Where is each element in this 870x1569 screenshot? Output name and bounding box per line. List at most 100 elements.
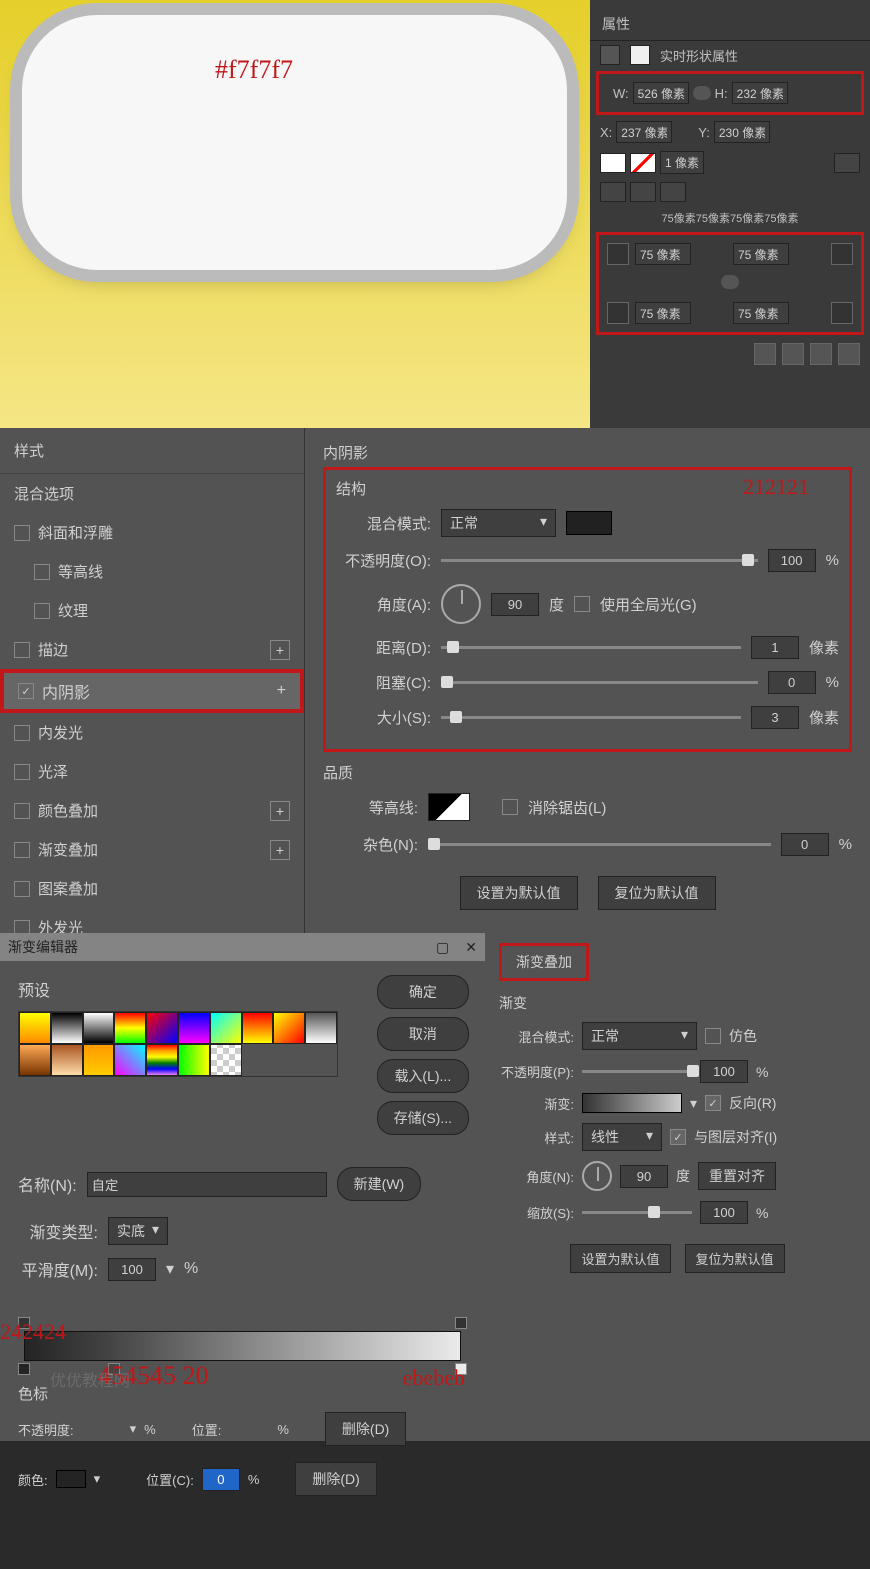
corner-bl-icon[interactable]	[607, 302, 629, 324]
go-scale-slider[interactable]	[582, 1211, 692, 1214]
corner-br-icon[interactable]	[831, 302, 853, 324]
preset-swatch[interactable]	[83, 1012, 115, 1044]
ok-button[interactable]: 确定	[377, 975, 469, 1009]
preset-swatch[interactable]	[83, 1044, 115, 1076]
size-input[interactable]	[751, 706, 799, 729]
link-wh-icon[interactable]	[693, 86, 711, 100]
path-op-2[interactable]	[782, 343, 804, 365]
checkbox[interactable]	[14, 525, 30, 541]
go-angle-dial[interactable]	[582, 1161, 612, 1191]
height-input[interactable]	[732, 82, 788, 104]
add-icon[interactable]: +	[270, 640, 290, 660]
contour-swatch[interactable]	[428, 793, 470, 821]
stroke-width-select[interactable]: 1 像素	[660, 151, 704, 174]
go-reset-default-button[interactable]: 复位为默认值	[685, 1244, 785, 1273]
choke-slider[interactable]	[441, 681, 758, 684]
reset-default-button[interactable]: 复位为默认值	[598, 876, 716, 910]
stroke-style[interactable]	[834, 153, 860, 173]
checkbox-on[interactable]: ✓	[18, 683, 34, 699]
go-opacity-slider[interactable]	[582, 1070, 692, 1073]
properties-tab[interactable]: 属性	[590, 8, 870, 41]
distance-input[interactable]	[751, 636, 799, 659]
choke-input[interactable]	[768, 671, 816, 694]
corner-br-input[interactable]	[733, 302, 789, 324]
gradient-bar[interactable]	[24, 1331, 461, 1361]
go-style-select[interactable]: 线性▾	[582, 1123, 662, 1151]
preset-swatch[interactable]	[51, 1012, 83, 1044]
color-stop[interactable]	[18, 1363, 30, 1375]
go-opacity-input[interactable]	[700, 1060, 748, 1083]
style-contour[interactable]: 等高线	[0, 552, 304, 591]
close-icon[interactable]: ✕	[465, 939, 477, 955]
path-op-1[interactable]	[754, 343, 776, 365]
preset-swatch[interactable]	[305, 1012, 337, 1044]
stroke-swatch[interactable]	[630, 153, 656, 173]
angle-input[interactable]	[491, 593, 539, 616]
style-texture[interactable]: 纹理	[0, 591, 304, 630]
corner-bl-input[interactable]	[635, 302, 691, 324]
gradient-type-select[interactable]: 实底▾	[108, 1217, 168, 1245]
delete-stop-button[interactable]: 删除(D)	[295, 1462, 376, 1496]
style-pattern-overlay[interactable]: 图案叠加	[0, 869, 304, 908]
shadow-color-swatch[interactable]	[566, 511, 612, 535]
add-icon[interactable]: +	[270, 801, 290, 821]
preset-swatch[interactable]	[273, 1012, 305, 1044]
opacity-input[interactable]	[768, 549, 816, 572]
preset-swatch[interactable]	[178, 1044, 210, 1076]
checkbox[interactable]	[14, 725, 30, 741]
style-bevel[interactable]: 斜面和浮雕	[0, 513, 304, 552]
reset-align-button[interactable]: 重置对齐	[698, 1162, 776, 1190]
antialias-checkbox[interactable]	[502, 799, 518, 815]
link-corners-icon[interactable]	[721, 275, 739, 289]
join-type[interactable]	[660, 182, 686, 202]
checkbox[interactable]	[14, 642, 30, 658]
style-color-overlay[interactable]: 颜色叠加+	[0, 791, 304, 830]
angle-dial[interactable]	[441, 584, 481, 624]
cancel-button[interactable]: 取消	[377, 1017, 469, 1051]
preset-swatch[interactable]	[19, 1044, 51, 1076]
align-checkbox[interactable]: ✓	[670, 1129, 686, 1145]
location-input[interactable]	[202, 1468, 240, 1491]
preset-swatch[interactable]	[178, 1012, 210, 1044]
blending-options[interactable]: 混合选项	[0, 474, 304, 513]
delete-stop-button[interactable]: 删除(D)	[325, 1412, 406, 1446]
go-angle-input[interactable]	[620, 1165, 668, 1188]
checkbox[interactable]	[14, 842, 30, 858]
global-light-checkbox[interactable]	[574, 596, 590, 612]
corner-tl-icon[interactable]	[607, 243, 629, 265]
add-icon[interactable]: +	[277, 682, 286, 700]
checkbox[interactable]	[14, 803, 30, 819]
style-satin[interactable]: 光泽	[0, 752, 304, 791]
path-op-4[interactable]	[838, 343, 860, 365]
path-op-3[interactable]	[810, 343, 832, 365]
preset-swatch[interactable]	[114, 1012, 146, 1044]
go-gradient-swatch[interactable]	[582, 1093, 682, 1113]
width-input[interactable]	[633, 82, 689, 104]
preset-swatch[interactable]	[146, 1044, 178, 1076]
noise-slider[interactable]	[428, 843, 771, 846]
checkbox[interactable]	[34, 603, 50, 619]
reverse-checkbox[interactable]: ✓	[705, 1095, 721, 1111]
style-gradient-overlay[interactable]: 渐变叠加+	[0, 830, 304, 869]
opacity-slider[interactable]	[441, 559, 758, 562]
new-button[interactable]: 新建(W)	[337, 1167, 422, 1201]
preset-swatch[interactable]	[210, 1012, 242, 1044]
checkbox[interactable]	[14, 764, 30, 780]
corner-tl-input[interactable]	[635, 243, 691, 265]
cap-type[interactable]	[630, 182, 656, 202]
preset-swatch[interactable]	[51, 1044, 83, 1076]
preset-swatch[interactable]	[210, 1044, 242, 1076]
corner-tr-icon[interactable]	[831, 243, 853, 265]
style-inner-glow[interactable]: 内发光	[0, 713, 304, 752]
minimize-icon[interactable]: ▢	[436, 939, 449, 955]
x-input[interactable]	[616, 121, 672, 143]
style-inner-shadow-highlight[interactable]: ✓内阴影+	[0, 669, 304, 713]
preset-swatch[interactable]	[146, 1012, 178, 1044]
align-stroke[interactable]	[600, 182, 626, 202]
opacity-stop[interactable]	[455, 1317, 467, 1329]
go-blend-select[interactable]: 正常▾	[582, 1022, 697, 1050]
save-button[interactable]: 存储(S)...	[377, 1101, 469, 1135]
dither-checkbox[interactable]	[705, 1028, 721, 1044]
style-stroke[interactable]: 描边+	[0, 630, 304, 669]
preset-swatch[interactable]	[114, 1044, 146, 1076]
